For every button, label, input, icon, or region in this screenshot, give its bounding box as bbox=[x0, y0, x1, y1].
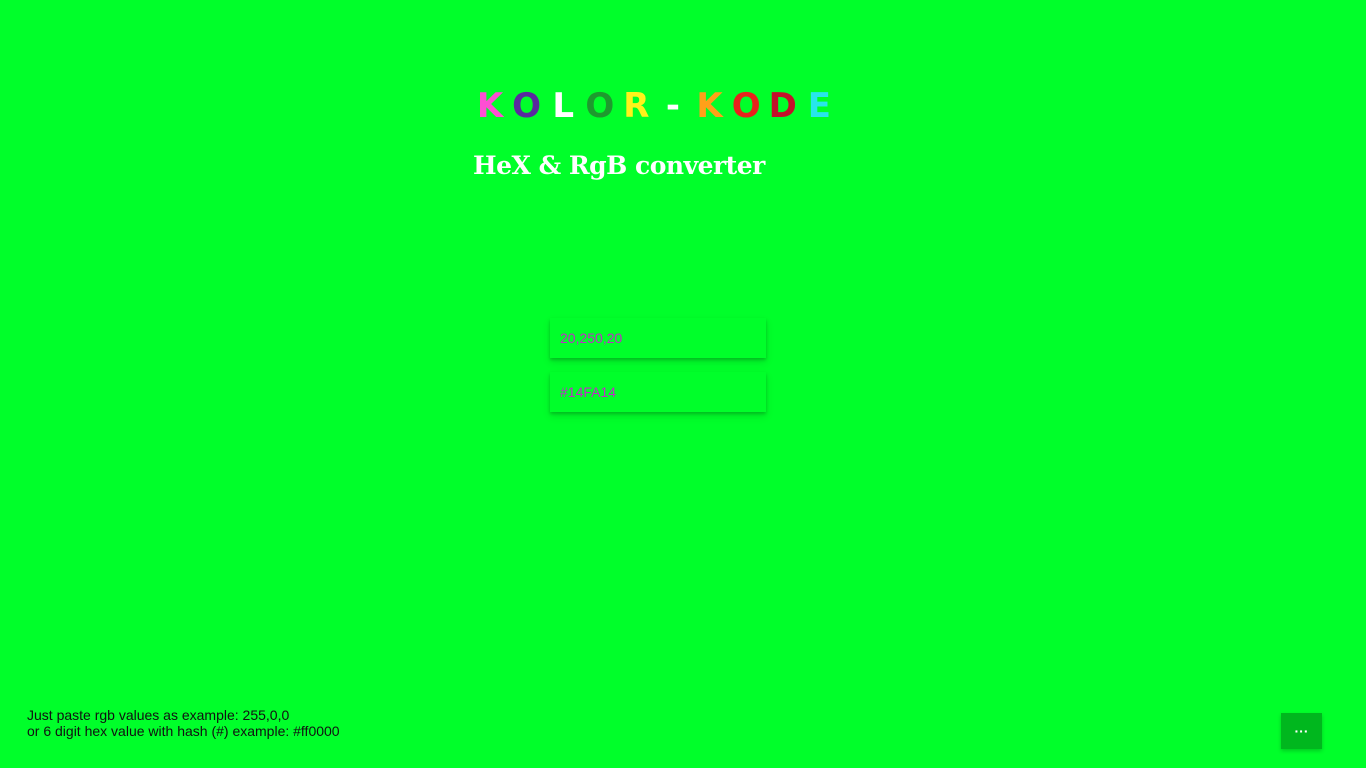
logo-letter: R bbox=[623, 86, 650, 126]
rgb-field[interactable] bbox=[550, 318, 766, 358]
help-line-rgb: Just paste rgb values as example: 255,0,… bbox=[27, 707, 290, 723]
logo-letter: L bbox=[552, 86, 575, 126]
logo-letter: O bbox=[731, 86, 761, 126]
logo-letter: D bbox=[768, 86, 797, 126]
more-button[interactable]: ··· bbox=[1281, 713, 1322, 749]
logo-letter: O bbox=[512, 86, 542, 126]
logo-letter: K bbox=[476, 86, 504, 126]
hex-field[interactable] bbox=[550, 372, 766, 412]
logo-letter: E bbox=[807, 86, 831, 126]
logo-letter: K bbox=[696, 86, 723, 126]
page-scrollbar[interactable] bbox=[1351, 0, 1366, 768]
help-text: Just paste rgb values as example: 255,0,… bbox=[27, 707, 340, 739]
app-logo: K O L O R - K O D E bbox=[472, 84, 838, 128]
logo-letter: O bbox=[585, 86, 615, 126]
logo-letter: - bbox=[665, 86, 681, 126]
hex-input[interactable] bbox=[560, 384, 766, 400]
page-subtitle: HeX & RgB converter bbox=[473, 151, 765, 180]
rgb-input[interactable] bbox=[560, 330, 766, 346]
help-line-hex: or 6 digit hex value with hash (#) examp… bbox=[27, 723, 340, 739]
